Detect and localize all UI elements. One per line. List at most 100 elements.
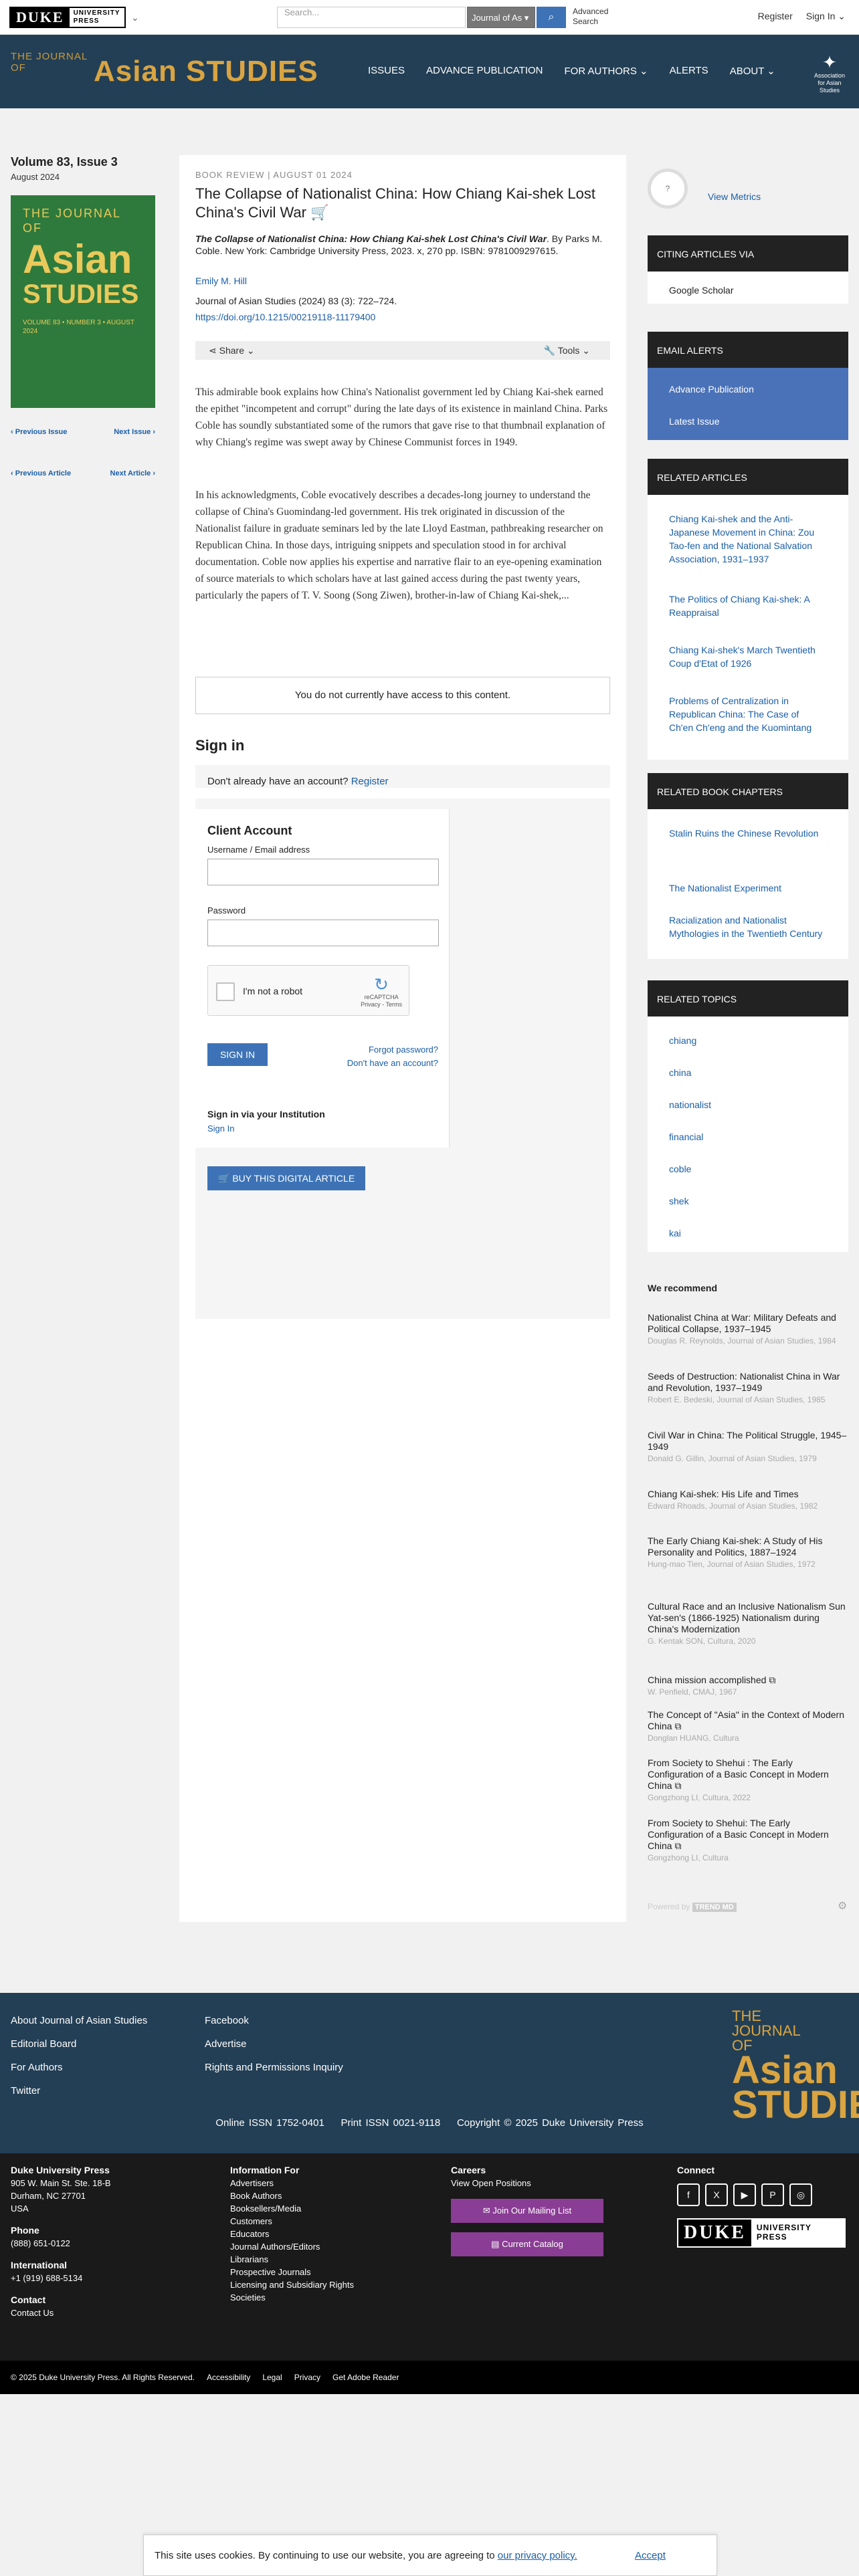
alert-advance-publication[interactable]: Advance Publication: [669, 383, 754, 396]
footer-link[interactable]: Editorial Board: [11, 2032, 147, 2056]
topic-link[interactable]: shek: [669, 1194, 689, 1208]
search-button[interactable]: ⌕: [537, 7, 566, 28]
adobe-reader-link[interactable]: Get Adobe Reader: [332, 2373, 399, 2382]
intl-phone-number[interactable]: +1 (919) 688-5134: [11, 2272, 111, 2284]
topic-link[interactable]: kai: [669, 1226, 681, 1240]
topic-link[interactable]: chiang: [669, 1034, 696, 1047]
google-scholar-link[interactable]: Google Scholar: [669, 284, 734, 297]
alert-latest-issue[interactable]: Latest Issue: [669, 415, 720, 428]
privacy-link[interactable]: Privacy: [294, 2373, 320, 2382]
x-twitter-icon[interactable]: X: [705, 2183, 728, 2206]
topic-link[interactable]: financial: [669, 1130, 703, 1144]
nav-advance-publication[interactable]: ADVANCE PUBLICATION: [426, 65, 543, 77]
sign-in-button[interactable]: SIGN IN: [207, 1043, 268, 1066]
footer-link[interactable]: Journal Authors/Editors: [230, 2240, 354, 2253]
recommendation-item[interactable]: From Society to Shehui : The Early Confi…: [648, 1757, 848, 1802]
doi-link[interactable]: https://doi.org/10.1215/00219118-1117940…: [195, 312, 375, 322]
search-input[interactable]: Search...: [277, 7, 466, 28]
username-input[interactable]: [207, 859, 439, 885]
topic-link[interactable]: coble: [669, 1162, 691, 1176]
recommendation-item[interactable]: Civil War in China: The Political Strugg…: [648, 1430, 848, 1463]
recommendation-item[interactable]: From Society to Shehui: The Early Config…: [648, 1818, 848, 1862]
legal-link[interactable]: Legal: [262, 2373, 282, 2382]
recommendation-item[interactable]: Nationalist China at War: Military Defea…: [648, 1312, 848, 1346]
view-positions-link[interactable]: View Open Positions: [451, 2177, 603, 2189]
recommendation-item[interactable]: The Concept of "Asia" in the Context of …: [648, 1709, 848, 1743]
password-input[interactable]: [207, 920, 439, 946]
footer-link[interactable]: Educators: [230, 2228, 354, 2240]
gear-icon[interactable]: ⚙: [838, 1899, 847, 1913]
register-link[interactable]: Register: [351, 776, 389, 787]
trendmd-credit[interactable]: Powered by TREND MD: [648, 1902, 737, 1912]
chevron-down-icon[interactable]: ⌄: [131, 12, 139, 23]
recommendation-item[interactable]: China mission accomplished ⧉ W. Penfield,…: [648, 1675, 848, 1697]
related-article-link[interactable]: Chiang Kai-shek's March Twentieth Coup d…: [669, 643, 823, 670]
cart-icon[interactable]: 🛒: [310, 204, 328, 221]
recaptcha-checkbox[interactable]: [216, 982, 235, 1001]
search-scope-select[interactable]: Journal of As ▾: [467, 7, 535, 28]
aas-logo[interactable]: ✦ Association for Asian Studies: [811, 52, 848, 94]
footer-link[interactable]: Licensing and Subsidiary Rights: [230, 2278, 354, 2291]
footer-link[interactable]: Societies: [230, 2291, 354, 2304]
recommendation-item[interactable]: Seeds of Destruction: Nationalist China …: [648, 1371, 848, 1404]
related-chapter-link[interactable]: Racialization and Nationalist Mythologie…: [669, 914, 823, 940]
forgot-password-link[interactable]: Forgot password?: [347, 1043, 438, 1057]
footer-link[interactable]: Twitter: [11, 2079, 147, 2103]
nav-alerts[interactable]: ALERTS: [670, 65, 708, 77]
topic-link[interactable]: nationalist: [669, 1098, 711, 1111]
catalog-button[interactable]: ▤ Current Catalog: [451, 2232, 603, 2256]
no-account-link[interactable]: Don't have an account?: [347, 1057, 438, 1070]
youtube-icon[interactable]: ▶: [733, 2183, 756, 2206]
previous-article-link[interactable]: ‹ Previous Article: [11, 469, 71, 477]
institution-sign-in-link[interactable]: Sign In: [207, 1123, 234, 1134]
topic-link[interactable]: china: [669, 1066, 691, 1079]
facebook-icon[interactable]: f: [677, 2183, 700, 2206]
pinterest-icon[interactable]: P: [761, 2183, 784, 2206]
buy-article-button[interactable]: 🛒 BUY THIS DIGITAL ARTICLE: [207, 1166, 366, 1190]
view-metrics-link[interactable]: View Metrics: [708, 191, 761, 202]
tools-button[interactable]: 🔧 Tools ⌄: [544, 345, 590, 356]
nav-for-authors[interactable]: FOR AUTHORS ⌄: [565, 65, 648, 77]
duke-footer-logo[interactable]: DUKE UNIVERSITY PRESS: [677, 2218, 846, 2248]
sign-in-link[interactable]: Sign In ⌄: [806, 11, 846, 22]
nav-issues[interactable]: ISSUES: [368, 65, 405, 77]
accept-cookies-button[interactable]: Accept: [635, 2550, 666, 2561]
accessibility-link[interactable]: Accessibility: [207, 2373, 250, 2382]
instagram-icon[interactable]: ◎: [789, 2183, 812, 2206]
footer-link[interactable]: Book Authors: [230, 2189, 354, 2202]
footer-link[interactable]: Librarians: [230, 2253, 354, 2266]
footer-link[interactable]: About Journal of Asian Studies: [11, 2009, 147, 2032]
footer-link[interactable]: Facebook: [205, 2009, 343, 2032]
recommendation-item[interactable]: The Early Chiang Kai-shek: A Study of Hi…: [648, 1535, 848, 1569]
next-article-link[interactable]: Next Article ›: [110, 469, 155, 477]
duke-logo[interactable]: DUKE UNIVERSITY PRESS: [9, 7, 126, 28]
contact-us-link[interactable]: Contact Us: [11, 2306, 111, 2319]
related-article-link[interactable]: Chiang Kai-shek and the Anti-Japanese Mo…: [669, 512, 823, 566]
recommendation-item[interactable]: Chiang Kai-shek: His Life and Times Edwar…: [648, 1489, 848, 1511]
issue-cover[interactable]: THE JOURNAL OF Asian STUDIES VOLUME 83 •…: [11, 195, 155, 408]
footer-link[interactable]: Prospective Journals: [230, 2266, 354, 2278]
related-article-link[interactable]: The Politics of Chiang Kai-shek: A Reapp…: [669, 593, 823, 619]
footer-link[interactable]: Advertisers: [230, 2177, 354, 2189]
previous-issue-link[interactable]: ‹ Previous Issue: [11, 428, 67, 436]
share-button[interactable]: ⋖ Share ⌄: [209, 345, 255, 356]
related-chapter-link[interactable]: The Nationalist Experiment: [669, 881, 823, 895]
advanced-search-link[interactable]: Advanced Search: [573, 7, 608, 27]
altmetric-badge[interactable]: ?: [648, 169, 688, 209]
next-issue-link[interactable]: Next Issue ›: [114, 428, 155, 436]
related-chapter-link[interactable]: Stalin Ruins the Chinese Revolution: [669, 827, 823, 840]
footer-link[interactable]: Customers: [230, 2215, 354, 2228]
phone-number[interactable]: (888) 651-0122: [11, 2237, 111, 2250]
footer-link[interactable]: Rights and Permissions Inquiry: [205, 2056, 343, 2079]
privacy-policy-link[interactable]: our privacy policy.: [498, 2550, 577, 2561]
footer-link[interactable]: For Authors: [11, 2056, 147, 2079]
volume-title[interactable]: Volume 83, Issue 3: [11, 155, 118, 169]
related-article-link[interactable]: Problems of Centralization in Republican…: [669, 694, 823, 734]
footer-journal-logo[interactable]: THE JOURNAL OF Asian STUDIES: [732, 2009, 859, 2125]
mailing-list-button[interactable]: ✉ Join Our Mailing List: [451, 2199, 603, 2223]
footer-link[interactable]: Booksellers/Media: [230, 2202, 354, 2215]
journal-logo[interactable]: THE JOURNAL OF Asian STUDIES: [11, 51, 318, 88]
nav-about[interactable]: ABOUT ⌄: [730, 65, 775, 77]
author-link[interactable]: Emily M. Hill: [195, 276, 247, 286]
register-link[interactable]: Register: [758, 11, 793, 22]
